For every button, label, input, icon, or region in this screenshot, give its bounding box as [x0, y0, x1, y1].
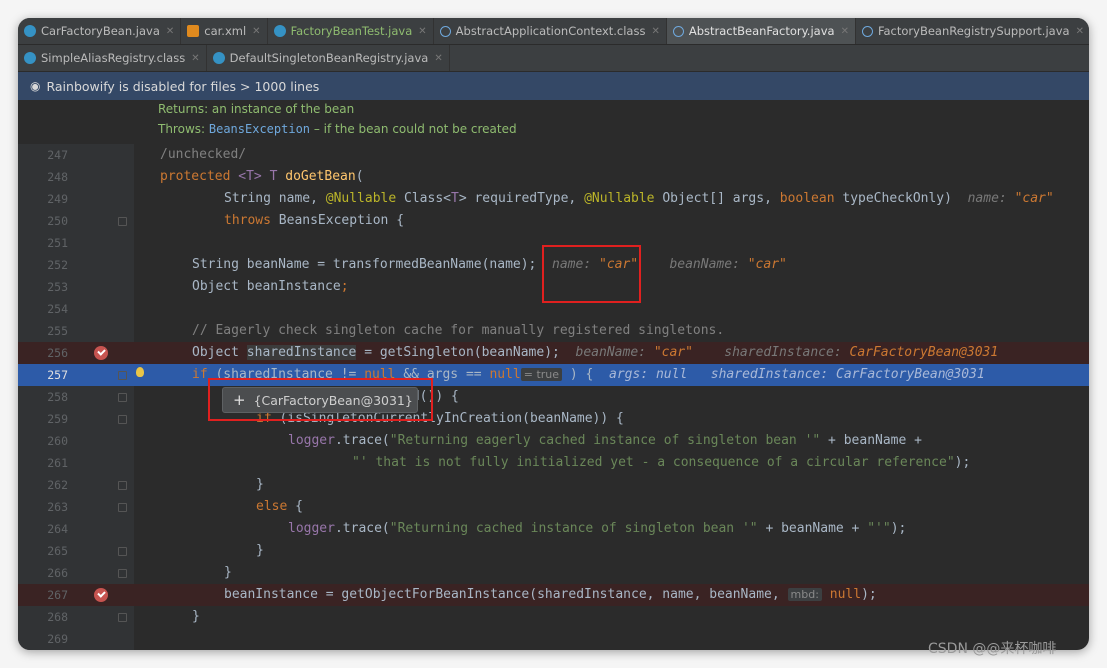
inline-debug-hint: sharedInstance: CarFactoryBean@3031 [710, 367, 985, 382]
code-line: 262} [47, 477, 264, 492]
lightbulb-icon[interactable] [136, 367, 144, 377]
highlight-box [542, 245, 641, 303]
close-icon[interactable]: ✕ [252, 26, 260, 37]
test-class-icon [273, 25, 286, 37]
code-line: 266} [47, 565, 232, 580]
tab-simplealiasregistry[interactable]: SimpleAliasRegistry.class ✕ [18, 45, 207, 71]
code-line: 261 "' that is not fully initialized yet … [47, 455, 971, 470]
eye-icon: ◉ [30, 79, 41, 93]
watermark: CSDN @@来杯咖啡 [928, 641, 1057, 657]
fold-icon[interactable] [118, 415, 127, 424]
banner-text: Rainbowify is disabled for files > 1000 … [46, 78, 320, 94]
code-line: 259 if (isSingletonCurrentlyInCreation(be… [47, 411, 624, 426]
fold-icon[interactable] [118, 613, 127, 622]
tab-carfactorybean[interactable]: CarFactoryBean.java ✕ [18, 18, 182, 44]
code-line: 260 logger.trace("Returning eagerly cache… [47, 433, 922, 448]
code-line: 249 String name, @Nullable Class<T> requi… [47, 191, 1054, 206]
tab-factorybeanregistrysupport[interactable]: FactoryBeanRegistrySupport.java ✕ [856, 18, 1089, 44]
abstract-class-icon [861, 25, 873, 37]
close-icon[interactable]: ✕ [841, 26, 849, 37]
inline-debug-hint: name: [967, 191, 1015, 206]
code-line-current-execution: 257 if (sharedInstance != null && args ==… [18, 364, 1089, 386]
debug-value-popup[interactable]: + {CarFactoryBean@3031} [222, 387, 418, 413]
class-icon [24, 25, 36, 37]
evaluation-badge: = true [520, 368, 563, 381]
popup-value: {CarFactoryBean@3031} [253, 392, 413, 408]
fold-icon[interactable] [118, 371, 127, 380]
fold-icon[interactable] [118, 503, 127, 512]
doc-throws: Throws: BeansException – if the bean cou… [158, 122, 517, 136]
code-line: 268} [47, 609, 200, 624]
code-line: 255// Eagerly check singleton cache for … [47, 323, 725, 338]
close-icon[interactable]: ✕ [434, 53, 442, 64]
code-line: 264 logger.trace("Returning cached instan… [47, 521, 907, 536]
parameter-hint: mbd: [787, 588, 822, 601]
close-icon[interactable]: ✕ [1076, 26, 1084, 37]
tab-defaultsingletonbeanregistry[interactable]: DefaultSingletonBeanRegistry.java ✕ [207, 45, 450, 71]
beansexception-link[interactable]: BeansException [209, 122, 310, 136]
editor-tab-row-1: CarFactoryBean.java ✕ car.xml ✕ FactoryBea… [18, 18, 1089, 45]
inline-debug-hint: sharedInstance: [724, 345, 850, 360]
editor-tab-row-2: SimpleAliasRegistry.class ✕ DefaultSingle… [18, 45, 1089, 72]
inline-debug-hint: args: null [609, 367, 688, 382]
close-icon[interactable]: ✕ [418, 26, 426, 37]
code-line: 265} [47, 543, 264, 558]
breakpoint-icon[interactable] [94, 588, 108, 602]
close-icon[interactable]: ✕ [191, 53, 199, 64]
inline-debug-hint: beanName: [669, 257, 748, 272]
code-line: 258if (logger.isTraceEnabled()) { [47, 389, 459, 404]
code-editor[interactable]: 247/unchecked/ 248 protected <T> T doGetB… [18, 144, 1089, 650]
ide-window: CarFactoryBean.java ✕ car.xml ✕ FactoryBea… [18, 18, 1089, 650]
code-line-breakpoint: 267 beanInstance = getObjectForBeanInstan… [18, 584, 1089, 606]
abstract-class-icon [439, 25, 451, 37]
class-icon [212, 52, 225, 64]
fold-icon[interactable] [118, 547, 127, 556]
javadoc-rendered: Returns: an instance of the bean Throws:… [18, 100, 1089, 144]
tab-abstractapplicationcontext[interactable]: AbstractApplicationContext.class ✕ [434, 18, 667, 44]
code-line-breakpoint: 256 Object sharedInstance = getSingleton(… [18, 342, 1089, 364]
expand-icon[interactable]: + [233, 391, 246, 409]
close-icon[interactable]: ✕ [166, 26, 174, 37]
code-line: 263 else { [47, 499, 303, 514]
inline-debug-hint: beanName: [575, 345, 654, 360]
breakpoint-icon[interactable] [94, 346, 108, 360]
fold-icon[interactable] [118, 481, 127, 490]
tab-abstractbeanfactory[interactable]: AbstractBeanFactory.java ✕ [666, 18, 856, 44]
code-line: 247/unchecked/ [47, 147, 247, 162]
fold-icon[interactable] [118, 569, 127, 578]
xml-icon [187, 25, 200, 37]
class-icon [24, 52, 36, 64]
close-icon[interactable]: ✕ [651, 26, 659, 37]
code-line: 250 throws BeansException { [47, 213, 405, 228]
fold-icon[interactable] [118, 217, 127, 226]
tab-car-xml[interactable]: car.xml ✕ [181, 18, 268, 44]
doc-returns: Returns: an instance of the bean [158, 102, 355, 116]
rainbowify-banner: ◉ Rainbowify is disabled for files > 100… [18, 72, 1089, 100]
fold-icon[interactable] [118, 393, 127, 402]
abstract-class-icon [672, 25, 684, 37]
tab-factorybeantest[interactable]: FactoryBeanTest.java ✕ [268, 18, 434, 44]
code-line: 248 protected <T> T doGetBean( [47, 169, 364, 184]
